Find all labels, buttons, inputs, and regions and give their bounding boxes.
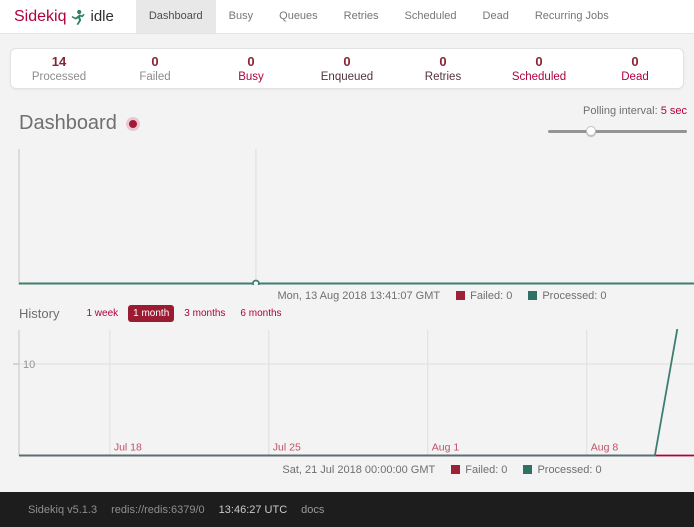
stat-busy[interactable]: 0 Busy bbox=[203, 52, 299, 85]
history-hover-time: Sat, 21 Jul 2018 00:00:00 GMT bbox=[282, 464, 435, 476]
history-chart[interactable]: Jul 18 Jul 25 Aug 1 Aug 8 10 bbox=[0, 329, 694, 457]
stat-scheduled-label: Scheduled bbox=[491, 70, 587, 84]
slider-track[interactable] bbox=[548, 130, 687, 133]
live-beacon-icon bbox=[126, 117, 140, 131]
sidekiq-dashboard-page: Sidekiq idle Dashboard Busy Queues Retri… bbox=[0, 0, 694, 527]
tab-recurring-jobs[interactable]: Recurring Jobs bbox=[522, 0, 622, 33]
history-caption: Sat, 21 Jul 2018 00:00:00 GMT Failed: 0 … bbox=[0, 462, 694, 477]
navbar: Sidekiq idle Dashboard Busy Queues Retri… bbox=[0, 0, 694, 34]
stat-enqueued[interactable]: 0 Enqueued bbox=[299, 52, 395, 85]
stat-dead-label: Dead bbox=[587, 70, 683, 84]
realtime-failed-legend: Failed: 0 bbox=[470, 290, 512, 302]
redis-url: redis://redis:6379/0 bbox=[111, 504, 205, 516]
range-1-week[interactable]: 1 week bbox=[81, 305, 123, 322]
polling-label: Polling interval: 5 sec bbox=[537, 105, 687, 117]
stat-failed-value: 0 bbox=[107, 54, 203, 70]
realtime-chart-svg bbox=[0, 148, 694, 285]
tab-busy[interactable]: Busy bbox=[216, 0, 266, 33]
stat-scheduled-value: 0 bbox=[491, 54, 587, 70]
stat-busy-value: 0 bbox=[203, 54, 299, 70]
footer: Sidekiq v5.1.3 redis://redis:6379/0 13:4… bbox=[0, 492, 694, 527]
stat-retries-label: Retries bbox=[395, 70, 491, 84]
stat-processed-value: 14 bbox=[11, 54, 107, 70]
polling-control: Polling interval: 5 sec bbox=[537, 105, 687, 136]
processed-swatch-icon bbox=[523, 465, 532, 474]
history-chart-svg: Jul 18 Jul 25 Aug 1 Aug 8 10 bbox=[0, 329, 694, 457]
range-1-month[interactable]: 1 month bbox=[128, 305, 174, 322]
stat-failed: 0 Failed bbox=[107, 52, 203, 85]
history-processed-legend: Processed: 0 bbox=[537, 464, 601, 476]
stats-panel: 14 Processed 0 Failed 0 Busy 0 Enqueued … bbox=[10, 48, 684, 89]
tab-scheduled[interactable]: Scheduled bbox=[392, 0, 470, 33]
slider-handle[interactable] bbox=[586, 126, 596, 136]
tab-retries[interactable]: Retries bbox=[331, 0, 392, 33]
brand-link[interactable]: Sidekiq idle bbox=[0, 0, 128, 33]
svg-text:Aug 8: Aug 8 bbox=[591, 442, 619, 454]
realtime-processed-legend: Processed: 0 bbox=[542, 290, 606, 302]
sidekiq-logo-icon bbox=[71, 9, 85, 25]
polling-value: 5 sec bbox=[661, 105, 687, 117]
server-utc-time: 13:46:27 UTC bbox=[219, 504, 287, 516]
redis-status: idle bbox=[90, 8, 113, 25]
range-3-months[interactable]: 3 months bbox=[179, 305, 230, 322]
stat-retries[interactable]: 0 Retries bbox=[395, 52, 491, 85]
stat-failed-label: Failed bbox=[107, 70, 203, 84]
polling-interval-slider[interactable] bbox=[548, 126, 687, 136]
page-title: Dashboard bbox=[19, 112, 117, 135]
stat-retries-value: 0 bbox=[395, 54, 491, 70]
stat-processed: 14 Processed bbox=[11, 52, 107, 85]
stat-enqueued-value: 0 bbox=[299, 54, 395, 70]
svg-text:Aug 1: Aug 1 bbox=[432, 442, 460, 454]
svg-text:Jul 18: Jul 18 bbox=[114, 442, 142, 454]
stat-processed-label: Processed bbox=[11, 70, 107, 84]
tab-dashboard[interactable]: Dashboard bbox=[136, 0, 216, 33]
failed-swatch-icon bbox=[451, 465, 460, 474]
history-title: History bbox=[19, 306, 59, 321]
realtime-caption: Mon, 13 Aug 2018 13:41:07 GMT Failed: 0 … bbox=[0, 288, 694, 303]
processed-swatch-icon bbox=[528, 291, 537, 300]
range-6-months[interactable]: 6 months bbox=[235, 305, 286, 322]
history-failed-legend: Failed: 0 bbox=[465, 464, 507, 476]
stat-busy-label: Busy bbox=[203, 70, 299, 84]
stat-enqueued-label: Enqueued bbox=[299, 70, 395, 84]
docs-link[interactable]: docs bbox=[301, 504, 324, 516]
stat-dead-value: 0 bbox=[587, 54, 683, 70]
tab-queues[interactable]: Queues bbox=[266, 0, 331, 33]
realtime-hover-time: Mon, 13 Aug 2018 13:41:07 GMT bbox=[277, 290, 440, 302]
tab-dead[interactable]: Dead bbox=[470, 0, 522, 33]
sidekiq-version: Sidekiq v5.1.3 bbox=[28, 504, 97, 516]
failed-swatch-icon bbox=[456, 291, 465, 300]
brand-name: Sidekiq bbox=[14, 8, 66, 26]
history-header: History 1 week 1 month 3 months 6 months bbox=[19, 305, 292, 322]
stat-scheduled[interactable]: 0 Scheduled bbox=[491, 52, 587, 85]
realtime-chart[interactable] bbox=[0, 148, 694, 285]
svg-text:Jul 25: Jul 25 bbox=[273, 442, 301, 454]
svg-text:10: 10 bbox=[23, 359, 35, 371]
dashboard-heading: Dashboard bbox=[19, 112, 140, 135]
stat-dead[interactable]: 0 Dead bbox=[587, 52, 683, 85]
nav-tabs: Dashboard Busy Queues Retries Scheduled … bbox=[136, 0, 622, 33]
